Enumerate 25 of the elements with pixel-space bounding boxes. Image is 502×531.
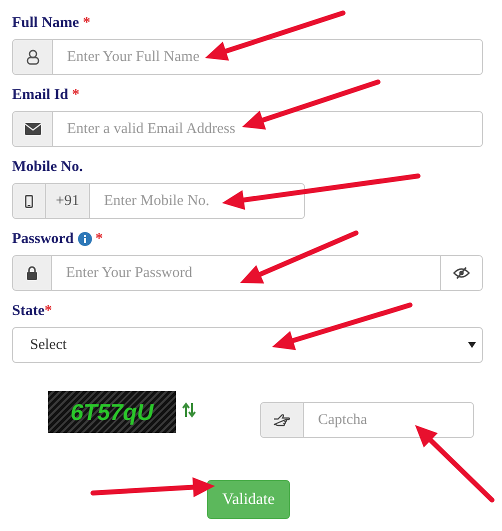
password-field[interactable]: Enter Your Password: [52, 255, 440, 291]
field-label: State: [12, 302, 44, 321]
show-password-button[interactable]: [440, 255, 483, 291]
field-label: Password: [12, 230, 74, 249]
country-code: +91: [46, 184, 90, 218]
input-field[interactable]: Enter Your Full Name: [12, 39, 483, 75]
input-field[interactable]: Enter a valid Email Address: [12, 111, 483, 147]
required-mark: *: [82, 14, 90, 33]
user-icon: [26, 49, 40, 65]
field-label: Full Name: [12, 14, 80, 33]
captcha-image: 6T57qU: [48, 391, 176, 433]
required-mark: *: [71, 86, 80, 105]
lock-icon: [26, 266, 38, 280]
mobile-phone-icon: [25, 194, 33, 208]
caret-icon: [468, 342, 476, 348]
field-label: Mobile No.: [12, 158, 83, 177]
envelope-icon: [24, 123, 40, 135]
required-mark: *: [94, 230, 103, 249]
required-mark: *: [44, 302, 52, 321]
input-field[interactable]: +91 Enter Mobile No.: [12, 183, 305, 219]
captcha-field[interactable]: Captcha: [260, 402, 474, 438]
refresh-icon[interactable]: [182, 402, 196, 418]
state-dropdown[interactable]: Select: [12, 327, 483, 363]
eye-slash-icon: [453, 267, 470, 279]
field-label: Email Id: [12, 86, 68, 105]
